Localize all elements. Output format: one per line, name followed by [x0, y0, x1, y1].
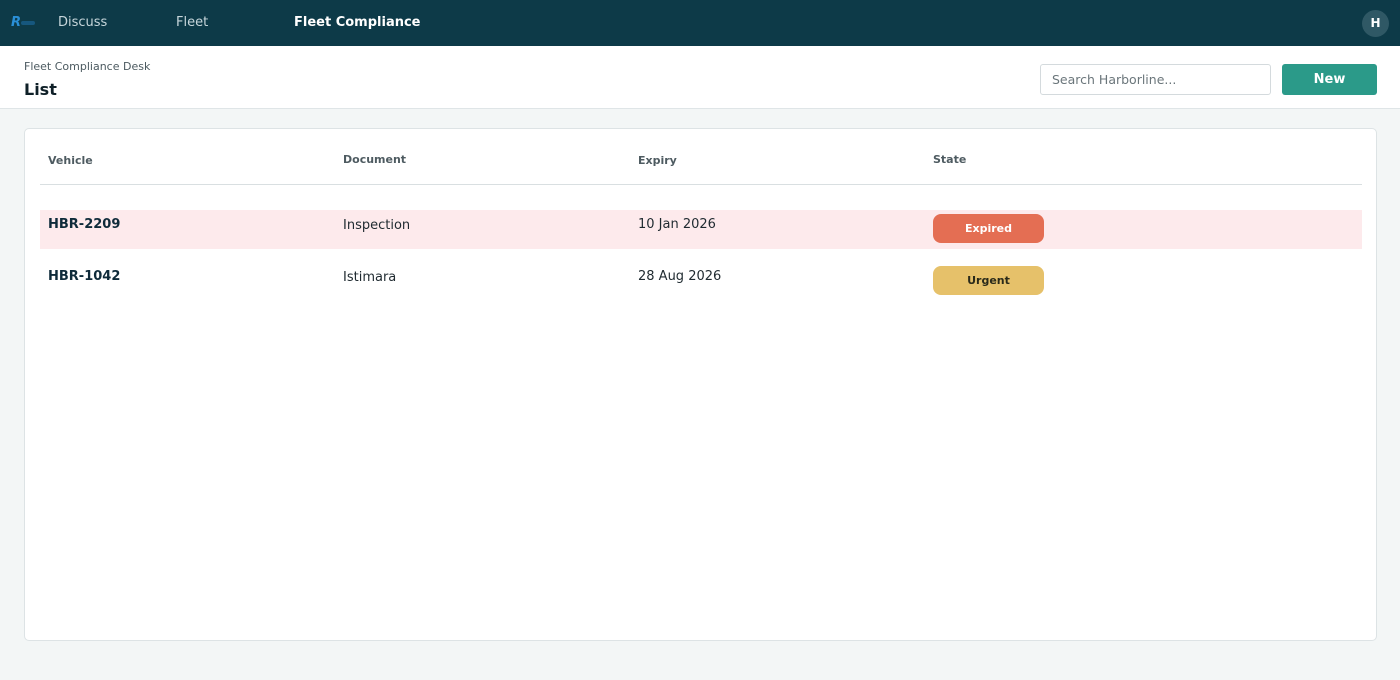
list-card: Vehicle Document Expiry State HBR-2209 I…: [24, 128, 1377, 641]
svg-text:R: R: [11, 15, 21, 30]
nav-item-discuss[interactable]: Discuss: [58, 0, 107, 46]
vehicle-cell: HBR-2209: [48, 217, 121, 232]
expiry-cell: 28 Aug 2026: [638, 269, 722, 284]
nav-item-fleet[interactable]: Fleet: [176, 0, 208, 46]
table-row[interactable]: HBR-2209 Inspection 10 Jan 2026 Expired: [40, 210, 1362, 249]
table-row[interactable]: HBR-1042 Istimara 28 Aug 2026 Urgent: [40, 262, 1362, 301]
table-header: Vehicle Document Expiry State: [40, 129, 1362, 185]
column-header-document[interactable]: Document: [343, 153, 406, 166]
state-badge: Urgent: [933, 266, 1044, 295]
document-cell: Istimara: [343, 270, 397, 285]
vehicle-cell: HBR-1042: [48, 269, 121, 284]
control-panel: Fleet Compliance Desk List New: [0, 46, 1400, 109]
search-input[interactable]: [1040, 64, 1271, 95]
state-badge: Expired: [933, 214, 1044, 243]
nav-item-fleet-compliance[interactable]: Fleet Compliance: [294, 0, 421, 46]
column-header-expiry[interactable]: Expiry: [638, 154, 677, 167]
new-button[interactable]: New: [1282, 64, 1377, 95]
document-cell: Inspection: [343, 218, 411, 233]
expiry-cell: 10 Jan 2026: [638, 217, 716, 232]
page-title: List: [24, 80, 57, 99]
top-navbar: R Discuss Fleet Fleet Compliance H: [0, 0, 1400, 46]
column-header-state[interactable]: State: [933, 153, 966, 166]
app-logo-icon[interactable]: R: [10, 12, 40, 32]
column-header-vehicle[interactable]: Vehicle: [48, 154, 93, 167]
breadcrumb-parent[interactable]: Fleet Compliance Desk: [24, 60, 150, 73]
user-avatar[interactable]: H: [1362, 10, 1389, 37]
